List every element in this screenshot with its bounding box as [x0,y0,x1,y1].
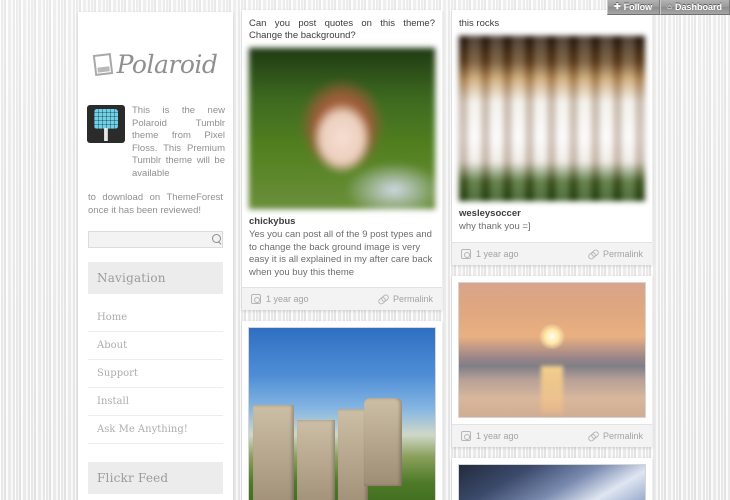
question-text: this rocks [459,18,500,29]
link-icon [375,292,390,307]
question-text: Can you post quotes on this theme? Chang… [249,18,435,41]
post-footer: 1 year ago Permalink [452,241,652,265]
lollipop-avatar-icon [94,109,118,129]
post-permalink-label: Permalink [392,294,433,304]
follow-button-label: Follow [623,2,653,12]
post-date[interactable]: 1 year ago [461,430,519,441]
post-date-label: 1 year ago [476,430,519,441]
site-logo[interactable]: Polaroid [78,12,233,105]
search-row [78,231,233,248]
post-photo-team[interactable] [458,35,646,202]
plus-icon: ✚ [613,2,621,11]
post-answer-wesleysoccer: this rocks wesleysoccer why thank you =]… [452,10,652,265]
post-photo-clouds [452,457,652,500]
nav-item-home[interactable]: Home [88,304,223,332]
nav-link-about[interactable]: About [88,332,223,359]
post-photo-clouds-image[interactable] [458,463,646,500]
post-answer-chickybus: Can you post quotes on this theme? Chang… [242,10,442,310]
tumblr-control-bar: ✚ Follow ⌂ Dashboard [606,0,730,15]
answer-text: Yes you can post all of the 9 post types… [249,229,433,278]
post-photo-sunset: 1 year ago Permalink [452,275,652,447]
search-input[interactable] [95,232,212,247]
bio-block: This is the new Polaroid Tumblr theme fr… [78,105,233,180]
nav-item-about[interactable]: About [88,332,223,360]
dashboard-button[interactable]: ⌂ Dashboard [660,0,730,15]
avatar [87,105,125,143]
sidebar: Polaroid This is the new Polaroid Tumblr… [78,12,233,500]
post-footer: 1 year ago Permalink [452,423,652,447]
bio-text-top: This is the new Polaroid Tumblr theme fr… [132,105,225,179]
post-photo-portrait[interactable] [248,47,436,210]
asker-name[interactable]: wesleysoccer [458,202,646,221]
nav-link-ask-me-anything[interactable]: Ask Me Anything! [88,416,223,443]
clock-icon [461,248,471,259]
search-box[interactable] [88,231,223,248]
lollipop-stick-icon [104,128,108,141]
clock-icon [251,294,261,304]
post-permalink-label: Permalink [602,430,643,441]
post-date-label: 1 year ago [476,248,519,259]
post-photo-sunset-image[interactable] [458,281,646,418]
bio-text-bottom: to download on ThemeForest once it has b… [88,192,223,216]
polaroid-frame-icon [92,52,113,77]
post-column-1: Can you post quotes on this theme? Chang… [242,10,442,500]
sun-reflection [540,365,564,414]
asker-name[interactable]: chickybus [248,210,436,229]
navigation-list: Home About Support Install Ask Me Anythi… [88,304,223,444]
follow-button[interactable]: ✚ Follow [606,0,661,15]
site-logo-text: Polaroid [116,50,218,79]
post-permalink[interactable]: Permalink [377,294,433,304]
post-photo-castle-image[interactable] [248,327,436,500]
post-column-2: this rocks wesleysoccer why thank you =]… [452,10,652,500]
nav-link-support[interactable]: Support [88,360,223,387]
nav-item-install[interactable]: Install [88,388,223,416]
search-icon[interactable] [212,234,223,245]
nav-link-install[interactable]: Install [88,388,223,415]
castle-tower [364,397,402,487]
post-date[interactable]: 1 year ago [251,294,309,304]
flickr-feed-header: Flickr Feed [88,462,223,494]
home-icon: ⌂ [667,2,672,11]
post-photo-castle [242,321,442,500]
navigation-header: Navigation [88,262,223,294]
castle-wall-left [252,405,294,500]
post-permalink-label: Permalink [602,248,643,259]
castle-wall-mid [297,420,335,500]
link-icon [585,246,600,261]
nav-link-home[interactable]: Home [88,304,223,331]
answer-text: why thank you =] [459,221,531,232]
social-links: t s f You Tube [78,494,233,500]
post-footer: 1 year ago Permalink [242,287,442,310]
dashboard-button-label: Dashboard [674,2,722,12]
post-permalink[interactable]: Permalink [587,249,643,259]
clock-icon [461,430,471,441]
post-permalink[interactable]: Permalink [587,431,643,441]
nav-item-ask-me-anything[interactable]: Ask Me Anything! [88,416,223,444]
page-container: Polaroid This is the new Polaroid Tumblr… [0,0,730,500]
link-icon [585,428,600,443]
post-date-label: 1 year ago [266,294,309,304]
nav-item-support[interactable]: Support [88,360,223,388]
post-date[interactable]: 1 year ago [461,248,519,259]
